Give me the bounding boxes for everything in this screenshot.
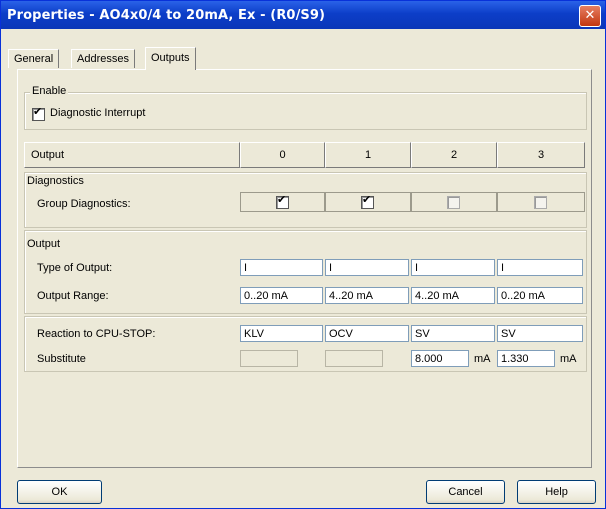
group-diagnostics-cell-0: ✔ <box>240 192 325 212</box>
output-range-field-2[interactable]: 4..20 mA <box>411 287 495 304</box>
output-range-field-1[interactable]: 4..20 mA <box>325 287 409 304</box>
group-diagnostics-checkbox-2[interactable] <box>447 196 460 209</box>
reaction-field-2[interactable]: SV <box>411 325 495 342</box>
substitute-unit-3: mA <box>560 353 577 365</box>
output-range-field-0[interactable]: 0..20 mA <box>240 287 323 304</box>
type-of-output-field-1[interactable]: I <box>325 259 409 276</box>
close-icon: ✕ <box>584 8 596 23</box>
channel-1-label: 1 <box>364 149 372 161</box>
channel-3-header[interactable]: 3 <box>497 142 585 168</box>
outputs-panel: Enable ✔ Diagnostic Interrupt Output 0 1… <box>17 69 592 468</box>
reaction-field-0[interactable]: KLV <box>240 325 323 342</box>
tab-outputs-label: Outputs <box>151 52 190 64</box>
substitute-field-0 <box>240 350 298 367</box>
substitute-field-2[interactable]: 8.000 <box>411 350 469 367</box>
reaction-field-1[interactable]: OCV <box>325 325 409 342</box>
group-diagnostics-label: Group Diagnostics: <box>37 198 131 210</box>
channel-0-label: 0 <box>279 149 286 161</box>
tab-general[interactable]: General <box>8 49 60 68</box>
channel-0-header[interactable]: 0 <box>240 142 325 168</box>
group-diagnostics-cell-2 <box>411 192 497 212</box>
channel-2-header[interactable]: 2 <box>411 142 497 168</box>
output-range-label: Output Range: <box>37 290 109 302</box>
substitute-field-1 <box>325 350 383 367</box>
type-of-output-field-3[interactable]: I <box>497 259 583 276</box>
window-title: Properties - AO4x0/4 to 20mA, Ex - (R0/S… <box>7 8 326 23</box>
substitute-label: Substitute <box>37 353 86 365</box>
tab-addresses[interactable]: Addresses <box>71 49 135 68</box>
diagnostics-section-label: Diagnostics <box>27 175 84 187</box>
properties-dialog: Properties - AO4x0/4 to 20mA, Ex - (R0/S… <box>0 0 606 509</box>
channel-3-label: 3 <box>537 149 545 161</box>
cancel-button[interactable]: Cancel <box>426 480 505 504</box>
group-diagnostics-checkbox-0[interactable]: ✔ <box>276 194 289 209</box>
type-of-output-field-0[interactable]: I <box>240 259 323 276</box>
title-bar[interactable]: Properties - AO4x0/4 to 20mA, Ex - (R0/S… <box>1 1 605 29</box>
type-of-output-label: Type of Output: <box>37 262 113 274</box>
enable-group-label: Enable <box>30 85 69 97</box>
diagnostic-interrupt-label: Diagnostic Interrupt <box>50 107 146 119</box>
substitute-field-3[interactable]: 1.330 <box>497 350 555 367</box>
output-column-header: Output <box>24 142 240 168</box>
channel-1-header[interactable]: 1 <box>325 142 411 168</box>
checkmark-icon: ✔ <box>277 194 287 206</box>
close-button[interactable]: ✕ <box>579 5 601 27</box>
type-of-output-field-2[interactable]: I <box>411 259 495 276</box>
checkmark-icon: ✔ <box>362 194 372 206</box>
tab-outputs[interactable]: Outputs <box>145 47 196 70</box>
output-section-label: Output <box>27 238 61 250</box>
group-diagnostics-checkbox-1[interactable]: ✔ <box>361 194 374 209</box>
channel-2-label: 2 <box>450 149 458 161</box>
group-diagnostics-cell-3 <box>497 192 585 212</box>
help-button[interactable]: Help <box>517 480 596 504</box>
reaction-cpu-stop-label: Reaction to CPU-STOP: <box>37 328 156 340</box>
diagnostic-interrupt-checkbox[interactable]: ✔ <box>32 106 45 121</box>
group-diagnostics-checkbox-3[interactable] <box>534 196 547 209</box>
substitute-unit-2: mA <box>474 353 491 365</box>
tab-addresses-label: Addresses <box>77 53 129 65</box>
output-range-field-3[interactable]: 0..20 mA <box>497 287 583 304</box>
ok-button[interactable]: OK <box>17 480 102 504</box>
checkmark-icon: ✔ <box>33 106 43 118</box>
output-header-label: Output <box>31 149 65 161</box>
group-diagnostics-cell-1: ✔ <box>325 192 411 212</box>
reaction-field-3[interactable]: SV <box>497 325 583 342</box>
tab-general-label: General <box>14 53 54 65</box>
